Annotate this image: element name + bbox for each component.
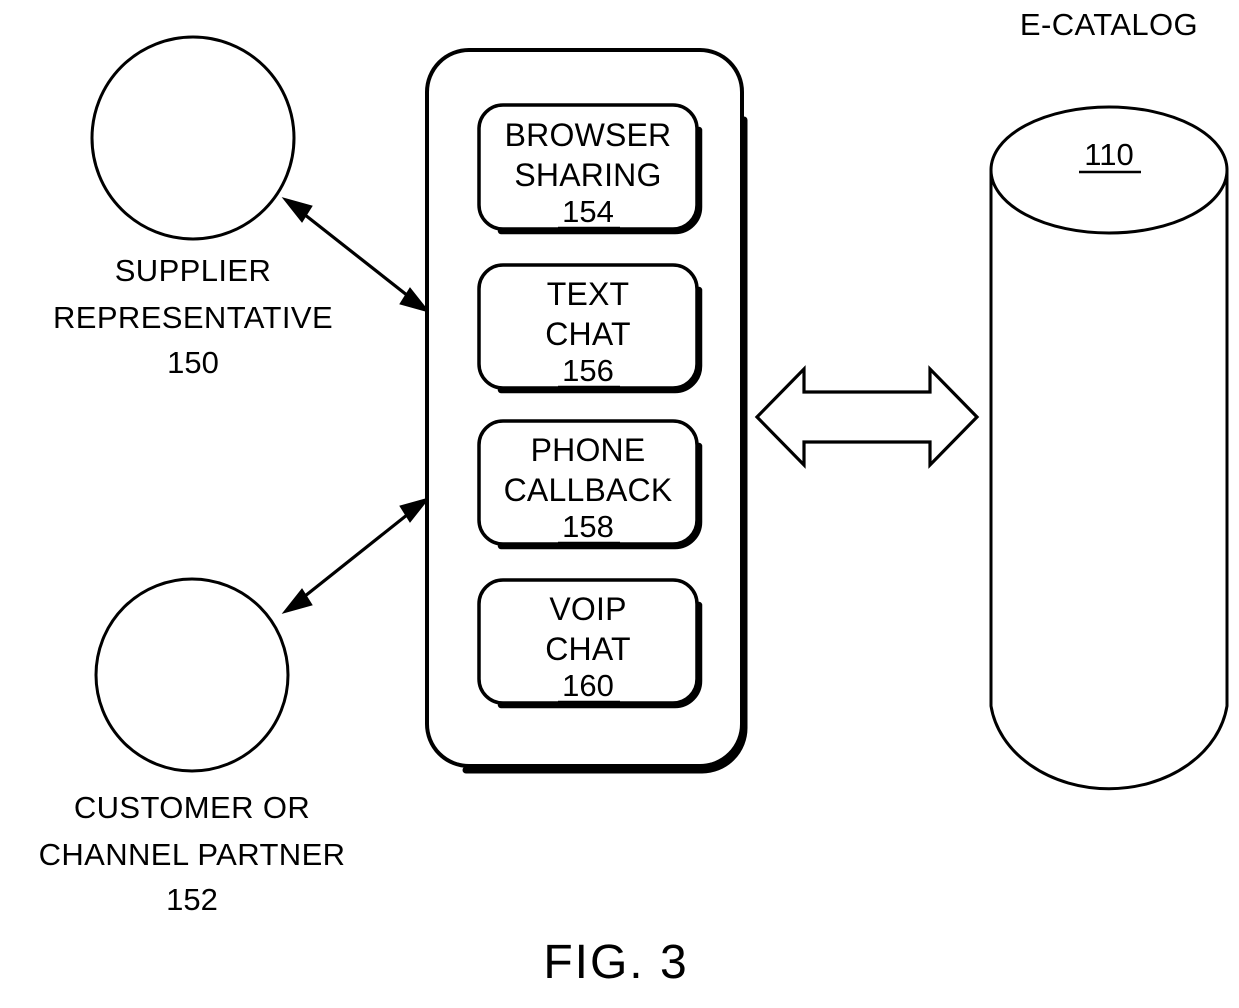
- voip-chat-reference-number: 160: [562, 668, 614, 703]
- e-catalog-title: E-CATALOG: [1020, 7, 1198, 42]
- supplier-representative-label-line-1: SUPPLIER: [115, 253, 272, 288]
- connector-supplier-to-panel: [281, 197, 431, 313]
- text-chat-label-line-2: CHAT: [545, 316, 631, 352]
- module-browser-sharing[interactable]: BROWSER SHARING 154: [477, 103, 703, 235]
- supplier-representative-label-line-2: REPRESENTATIVE: [53, 300, 333, 335]
- supplier-connector-line: [294, 205, 418, 305]
- customer-or-channel-partner-label-line-2: CHANNEL PARTNER: [39, 837, 346, 872]
- customer-or-channel-partner-reference-number: 152: [166, 882, 218, 917]
- customer-or-channel-partner-label-line-1: CUSTOMER OR: [74, 790, 310, 825]
- connector-panel-to-catalog: [754, 365, 980, 469]
- browser-sharing-label-line-2: SHARING: [514, 157, 661, 193]
- browser-sharing-label-line-1: BROWSER: [505, 117, 672, 153]
- text-chat-label-line-1: TEXT: [547, 276, 630, 312]
- voip-chat-label-line-2: CHAT: [545, 631, 631, 667]
- communication-channels-panel: BROWSER SHARING 154 TEXT CHAT 156 PHONE …: [425, 48, 748, 774]
- text-chat-reference-number: 156: [562, 353, 614, 388]
- figure-canvas: SUPPLIER REPRESENTATIVE 150 CUSTOMER OR …: [39, 7, 1229, 989]
- voip-chat-label-line-1: VOIP: [549, 591, 626, 627]
- browser-sharing-reference-number: 154: [562, 194, 614, 229]
- connector-customer-to-panel: [281, 497, 431, 614]
- customer-connector-line: [294, 505, 418, 606]
- e-catalog-cylinder-body: [989, 168, 1229, 791]
- datastore-e-catalog: E-CATALOG 110: [989, 7, 1229, 791]
- patent-figure-3: SUPPLIER REPRESENTATIVE 150 CUSTOMER OR …: [0, 0, 1239, 1008]
- actor-customer-or-channel-partner: CUSTOMER OR CHANNEL PARTNER 152: [39, 577, 346, 917]
- e-catalog-reference-number: 110: [1084, 137, 1133, 172]
- module-phone-callback[interactable]: PHONE CALLBACK 158: [477, 419, 703, 550]
- customer-or-channel-partner-circle: [94, 577, 290, 773]
- module-voip-chat[interactable]: VOIP CHAT 160: [477, 578, 703, 709]
- phone-callback-label-line-2: CALLBACK: [504, 472, 673, 508]
- module-text-chat[interactable]: TEXT CHAT 156: [477, 263, 703, 394]
- phone-callback-reference-number: 158: [562, 509, 614, 544]
- phone-callback-label-line-1: PHONE: [531, 432, 646, 468]
- double-block-arrow: [754, 365, 980, 469]
- supplier-representative-reference-number: 150: [167, 345, 219, 380]
- supplier-representative-circle: [90, 35, 296, 241]
- figure-caption: FIG. 3: [543, 936, 688, 989]
